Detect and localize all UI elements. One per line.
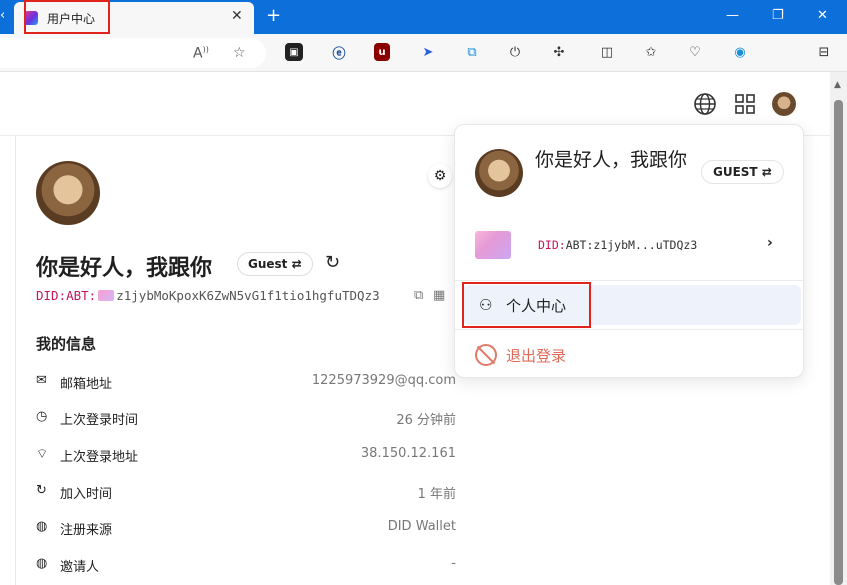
apps-grid-icon[interactable] xyxy=(733,92,757,116)
info-value: DID Wallet xyxy=(387,519,456,534)
address-bar[interactable]: A)) ☆ xyxy=(0,38,266,68)
qr-code-icon[interactable]: ▦ xyxy=(433,288,445,303)
profile-name: 你是好人，我跟你 xyxy=(36,256,213,281)
menu-divider xyxy=(455,280,803,281)
menu-divider xyxy=(455,329,803,330)
info-row-registration-source: ◍ 注册来源 DID Wallet xyxy=(36,516,456,540)
info-value: 1225973929@qq.com xyxy=(311,373,456,388)
signal-icon: ⌔ xyxy=(36,447,49,462)
page-scrollbar[interactable]: ▲ xyxy=(830,72,847,585)
menu-user-name: 你是好人，我跟你 xyxy=(535,149,688,171)
info-value: - xyxy=(451,556,456,571)
did-card-icon xyxy=(475,231,511,259)
menu-avatar xyxy=(475,149,523,197)
refresh-icon[interactable]: ↻ xyxy=(325,252,340,273)
extensions-puzzle-icon[interactable]: ✣ xyxy=(550,43,568,61)
info-label: 上次登录地址 xyxy=(60,450,139,465)
did-short: ABT:z1jybM...uTDQz3 xyxy=(565,238,698,252)
did-address: DID:ABT: z1jybMoKpoxK6ZwN5vG1f1tio1hgfuTD… xyxy=(36,288,380,303)
menu-did-row[interactable]: DID:ABT:z1jybM...uTDQz3 › xyxy=(455,227,803,263)
gear-icon[interactable]: ⚙ xyxy=(428,164,452,188)
user-menu-dropdown: 你是好人，我跟你 GUEST ⇄ DID:ABT:z1jybM...uTDQz3… xyxy=(454,124,804,378)
did-prefix: DID:ABT: xyxy=(36,288,97,303)
info-label: 上次登录时间 xyxy=(60,413,139,428)
close-tab-icon[interactable]: ✕ xyxy=(231,8,243,24)
did-avatar-chip xyxy=(98,290,115,301)
globe-icon: ◍ xyxy=(36,556,48,571)
browser-tab-bar: ‹ 用户中心 ✕ + — ❐ ✕ xyxy=(0,0,847,34)
annotation-highlight-tab xyxy=(24,0,110,34)
sidebar-icon[interactable]: ⊟ xyxy=(815,43,833,61)
did-prefix: DID: xyxy=(538,238,566,252)
power-icon[interactable]: ⏻ xyxy=(506,43,524,61)
info-label: 注册来源 xyxy=(60,523,113,538)
info-label: 邀请人 xyxy=(60,560,100,575)
heart-pulse-icon[interactable]: ♡ xyxy=(686,43,704,61)
restore-icon[interactable]: ❐ xyxy=(772,8,784,23)
globe-icon[interactable] xyxy=(693,92,717,116)
annotation-highlight-personal-center xyxy=(462,282,591,328)
ublock-icon[interactable]: u xyxy=(374,43,390,61)
split-screen-icon[interactable]: ◫ xyxy=(598,43,616,61)
menu-item-logout[interactable]: 退出登录 xyxy=(506,345,566,366)
history-icon: ↻ xyxy=(36,483,47,498)
logout-icon[interactable] xyxy=(475,344,497,366)
mail-icon: ✉ xyxy=(36,373,47,388)
close-window-icon[interactable]: ✕ xyxy=(817,8,828,23)
chevron-right-icon: › xyxy=(767,235,773,251)
info-row-last-login-time: ◷ 上次登录时间 26 分钟前 xyxy=(36,406,456,430)
ext-arrow-icon[interactable]: ➤ xyxy=(419,43,437,61)
tab-scroll-left-icon[interactable]: ‹ xyxy=(0,8,10,28)
info-value: 38.150.12.161 xyxy=(360,446,456,461)
header-avatar[interactable] xyxy=(772,92,796,116)
info-row-email: ✉ 邮箱地址 1225973929@qq.com xyxy=(36,370,456,394)
info-value: 26 分钟前 xyxy=(396,413,456,428)
role-switch-badge[interactable]: Guest ⇄ xyxy=(237,252,313,276)
menu-did-address: DID:ABT:z1jybM...uTDQz3 xyxy=(538,238,697,252)
read-aloud-icon[interactable]: A)) xyxy=(193,45,209,62)
minimize-icon[interactable]: — xyxy=(726,8,739,23)
clock-icon: ◷ xyxy=(36,409,48,424)
content-divider xyxy=(15,136,16,585)
copy-icon[interactable]: ⧉ xyxy=(414,288,423,303)
info-row-inviter: ◍ 邀请人 - xyxy=(36,553,456,577)
favorites-icon[interactable]: ✩ xyxy=(642,43,660,61)
info-row-join-time: ↻ 加入时间 1 年前 xyxy=(36,480,456,504)
section-title-my-info: 我的信息 xyxy=(36,335,97,353)
scroll-thumb[interactable] xyxy=(834,100,843,585)
scroll-up-icon[interactable]: ▲ xyxy=(834,80,841,90)
info-value: 1 年前 xyxy=(417,487,456,502)
globe-icon: ◍ xyxy=(36,519,48,534)
favorite-star-icon[interactable]: ☆ xyxy=(233,45,246,61)
info-label: 加入时间 xyxy=(60,487,113,502)
did-value: z1jybMoKpoxK6ZwN5vG1f1tio1hgfuTDQz3 xyxy=(116,288,380,303)
profile-avatar xyxy=(36,161,100,225)
browser-toolbar: A)) ☆ ▣ ⓔ u ➤ ⧉ ⏻ ✣ ◫ ✩ ♡ ◉ ⊟ xyxy=(0,34,847,72)
info-label: 邮箱地址 xyxy=(60,377,113,392)
ext-tab-icon[interactable]: ▣ xyxy=(285,43,303,61)
edge-icon[interactable]: ◉ xyxy=(731,43,749,61)
info-row-last-login-address: ⌔ 上次登录地址 38.150.12.161 xyxy=(36,443,456,467)
ext-translate-icon[interactable]: ⧉ xyxy=(463,43,481,61)
new-tab-icon[interactable]: + xyxy=(266,5,281,26)
ext-e-icon[interactable]: ⓔ xyxy=(330,43,348,62)
menu-role-switch-badge[interactable]: GUEST ⇄ xyxy=(701,160,784,184)
